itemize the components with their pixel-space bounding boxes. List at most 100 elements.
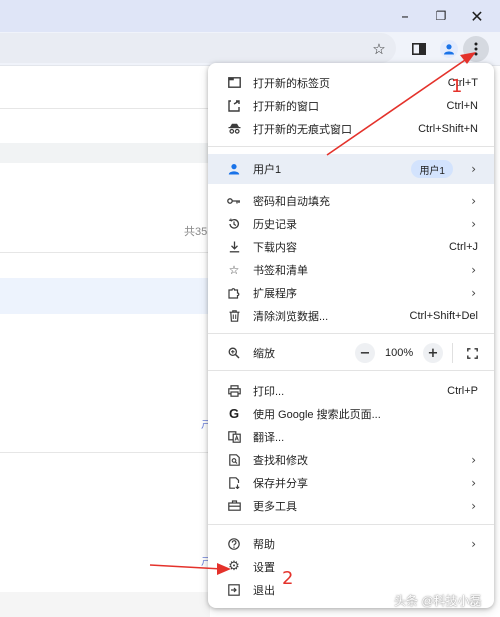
menu-separator [208,146,494,147]
zoom-icon [226,345,242,361]
menu-label: 下载内容 [253,241,297,254]
menu-label: 书签和清单 [253,264,308,277]
download-icon [226,239,242,255]
star-outline-icon: ☆ [228,262,240,277]
trash-icon [226,308,242,324]
save-page-icon [226,475,242,491]
menu-label: 使用 Google 搜索此页面... [253,408,381,421]
maximize-button[interactable]: ❐ [425,2,457,30]
chevron-right-icon: › [471,162,476,176]
menu-item-downloads[interactable]: 下载内容 Ctrl+J [208,235,494,258]
page-divider [0,108,210,109]
menu-item-history[interactable]: 历史记录 › [208,212,494,235]
menu-separator [208,370,494,371]
menu-shortcut: Ctrl+J [448,240,478,253]
menu-label: 打开新的标签页 [253,77,330,90]
chevron-right-icon: › [471,475,476,490]
puzzle-icon [226,285,242,301]
google-icon: G [228,406,240,421]
menu-item-settings[interactable]: ⚙ 设置 [208,555,494,578]
menu-shortcut: Ctrl+Shift+Del [409,309,478,322]
menu-label: 密码和自动填充 [253,195,330,208]
page-header-band [0,143,210,163]
profile-badge: 用户1 [411,160,453,178]
kebab-menu-icon[interactable] [463,36,489,62]
zoom-out-button[interactable]: − [355,343,375,363]
chevron-right-icon: › [471,216,476,231]
menu-item-clear-data[interactable]: 清除浏览数据... Ctrl+Shift+Del [208,304,494,327]
profile-icon [440,40,458,58]
profile-button[interactable] [436,36,462,62]
page-selected-row [0,278,210,314]
zoom-divider [452,343,453,363]
menu-label: 打开新的窗口 [253,100,319,113]
chrome-main-menu: 打开新的标签页 Ctrl+T 打开新的窗口 Ctrl+N 打开新的无痕式窗口 C… [208,63,494,608]
menu-label: 清除浏览数据... [253,310,329,323]
new-window-icon [226,98,242,114]
gear-icon: ⚙ [228,559,240,574]
annotation-step-2: 2 [282,568,294,589]
menu-label: 更多工具 [253,500,297,513]
menu-item-passwords[interactable]: 密码和自动填充 › [208,189,494,212]
chevron-right-icon: › [471,193,476,208]
menu-item-search-page[interactable]: G 使用 Google 搜索此页面... [208,402,494,425]
menu-label: 保存并分享 [253,477,308,490]
menu-label: 历史记录 [253,218,297,231]
menu-label: 打印... [253,385,285,398]
fullscreen-icon[interactable] [464,345,480,361]
menu-shortcut: Ctrl+P [447,384,478,397]
history-icon [226,216,242,232]
menu-label: 打开新的无痕式窗口 [253,123,352,136]
menu-label: 缩放 [253,347,275,360]
menu-item-print[interactable]: 打印... Ctrl+P [208,379,494,402]
page-divider [0,452,210,453]
chevron-right-icon: › [471,498,476,513]
chevron-right-icon: › [471,262,476,277]
new-tab-icon [226,75,242,91]
close-window-button[interactable]: ✕ [461,2,493,30]
page-bottom-strip [0,592,210,617]
page-count-text: 共35 [184,226,208,238]
zoom-level: 100% [385,346,414,359]
toolbox-icon [226,498,242,514]
menu-label: 设置 [253,561,275,574]
help-icon [226,536,242,552]
menu-item-new-window[interactable]: 打开新的窗口 Ctrl+N [208,94,494,117]
minimize-button[interactable]: – [389,2,421,30]
menu-label: 扩展程序 [253,287,297,300]
menu-item-bookmarks[interactable]: ☆ 书签和清单 › [208,258,494,281]
menu-item-incognito[interactable]: 打开新的无痕式窗口 Ctrl+Shift+N [208,117,494,140]
menu-shortcut: Ctrl+N [446,99,478,112]
menu-item-find-edit[interactable]: 查找和修改 › [208,448,494,471]
menu-label: 帮助 [253,538,275,551]
menu-item-help[interactable]: 帮助 › [208,532,494,555]
menu-item-more-tools[interactable]: 更多工具 › [208,494,494,517]
address-bar[interactable] [0,33,396,63]
menu-label: 查找和修改 [253,454,308,467]
browser-toolbar: ☆ [0,32,500,66]
find-page-icon [226,452,242,468]
key-icon [226,193,242,209]
zoom-in-button[interactable]: + [423,343,443,363]
title-bar: – ❐ ✕ [0,0,500,32]
chevron-right-icon: › [471,536,476,551]
menu-item-profile[interactable]: 用户1 用户1 › [208,154,494,184]
annotation-step-1: 1 [451,76,463,97]
user-icon [226,161,242,177]
translate-icon [226,429,242,445]
menu-item-translate[interactable]: 翻译... [208,425,494,448]
menu-label: 退出 [253,584,275,597]
menu-item-save-share[interactable]: 保存并分享 › [208,471,494,494]
menu-separator [208,333,494,334]
chevron-right-icon: › [471,452,476,467]
printer-icon [226,383,242,399]
menu-item-zoom: 缩放 − 100% + [208,341,494,364]
incognito-icon [226,121,242,137]
exit-icon [226,582,242,598]
menu-separator [208,524,494,525]
menu-label: 翻译... [253,431,285,444]
star-icon[interactable]: ☆ [366,36,392,62]
side-panel-icon[interactable] [406,36,432,62]
menu-item-extensions[interactable]: 扩展程序 › [208,281,494,304]
menu-shortcut: Ctrl+Shift+N [418,122,478,135]
